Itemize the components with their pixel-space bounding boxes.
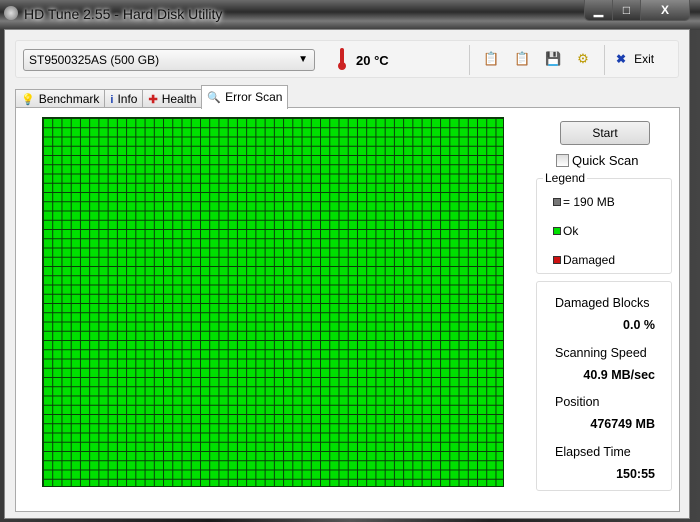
- scan-block-grid: [42, 117, 504, 487]
- legend-block-size: = 190 MB: [563, 195, 615, 209]
- elapsed-time-value: 150:55: [616, 467, 655, 481]
- save-icon[interactable]: 💾: [545, 51, 561, 67]
- tab-benchmark[interactable]: 💡 Benchmark: [15, 89, 106, 109]
- exit-button[interactable]: ✖ Exit: [616, 52, 654, 66]
- checkbox-box[interactable]: [556, 154, 569, 167]
- tab-label: Info: [117, 92, 138, 106]
- divider: [469, 45, 470, 75]
- main-window: ST9500325AS (500 GB) ▼ 20 °C 📋 📋 💾 ⚙ ✖ Ex…: [4, 29, 690, 519]
- tab-error-scan[interactable]: 🔍 Error Scan: [201, 85, 289, 109]
- stats-group: Damaged Blocks 0.0 % Scanning Speed 40.9…: [536, 281, 672, 491]
- damaged-blocks-value: 0.0 %: [623, 318, 655, 332]
- tab-label: Error Scan: [225, 90, 283, 104]
- close-button[interactable]: X: [641, 0, 689, 20]
- magnifier-icon: 🔍: [207, 92, 222, 104]
- tab-health[interactable]: ✚ Health: [142, 89, 203, 109]
- damaged-blocks-label: Damaged Blocks: [555, 296, 650, 310]
- block-swatch: [553, 198, 561, 206]
- tab-info[interactable]: i Info: [104, 89, 144, 109]
- chevron-down-icon: ▼: [298, 54, 308, 65]
- scanning-speed-label: Scanning Speed: [555, 346, 647, 360]
- tab-label: Benchmark: [38, 92, 100, 106]
- legend-title: Legend: [543, 171, 588, 185]
- start-button[interactable]: Start: [560, 121, 650, 145]
- error-scan-panel: Start Quick Scan Legend = 190 MB Ok Dama…: [15, 107, 680, 512]
- title-bar: HD Tune 2.55 - Hard Disk Utility ▁ □ X: [0, 0, 700, 30]
- exit-label: Exit: [634, 52, 655, 66]
- info-icon: i: [110, 94, 114, 106]
- ok-swatch: [553, 227, 561, 235]
- copy-screenshot-icon[interactable]: 📋: [514, 51, 530, 67]
- thermometer-icon: [338, 48, 346, 70]
- position-label: Position: [555, 395, 600, 409]
- exit-icon: ✖: [616, 52, 627, 66]
- drive-select[interactable]: ST9500325AS (500 GB) ▼: [23, 49, 315, 71]
- position-value: 476749 MB: [590, 417, 655, 431]
- damaged-swatch: [553, 256, 561, 264]
- window-title: HD Tune 2.55 - Hard Disk Utility: [24, 6, 223, 22]
- quick-scan-label: Quick Scan: [572, 153, 639, 168]
- minimize-button[interactable]: ▁: [585, 0, 613, 20]
- legend-group: Legend = 190 MB Ok Damaged: [536, 171, 672, 274]
- elapsed-time-label: Elapsed Time: [555, 445, 631, 459]
- legend-ok: Ok: [563, 224, 579, 238]
- temperature-value: 20 °C: [356, 53, 389, 68]
- quick-scan-checkbox[interactable]: Quick Scan: [556, 153, 638, 168]
- tab-bar: 💡 Benchmark i Info ✚ Health 🔍 Error Scan: [15, 85, 289, 109]
- options-icon[interactable]: ⚙: [576, 51, 590, 67]
- drive-select-value: ST9500325AS (500 GB): [29, 53, 160, 67]
- scanning-speed-value: 40.9 MB/sec: [583, 368, 655, 382]
- divider: [604, 45, 605, 75]
- health-cross-icon: ✚: [148, 94, 158, 106]
- toolbar: ST9500325AS (500 GB) ▼ 20 °C 📋 📋 💾 ⚙ ✖ Ex…: [15, 40, 679, 78]
- tab-label: Health: [161, 92, 197, 106]
- app-icon: [4, 6, 18, 20]
- copy-text-icon[interactable]: 📋: [483, 51, 499, 67]
- maximize-button[interactable]: □: [613, 0, 641, 20]
- lightbulb-icon: 💡: [21, 94, 35, 106]
- legend-damaged: Damaged: [563, 253, 616, 267]
